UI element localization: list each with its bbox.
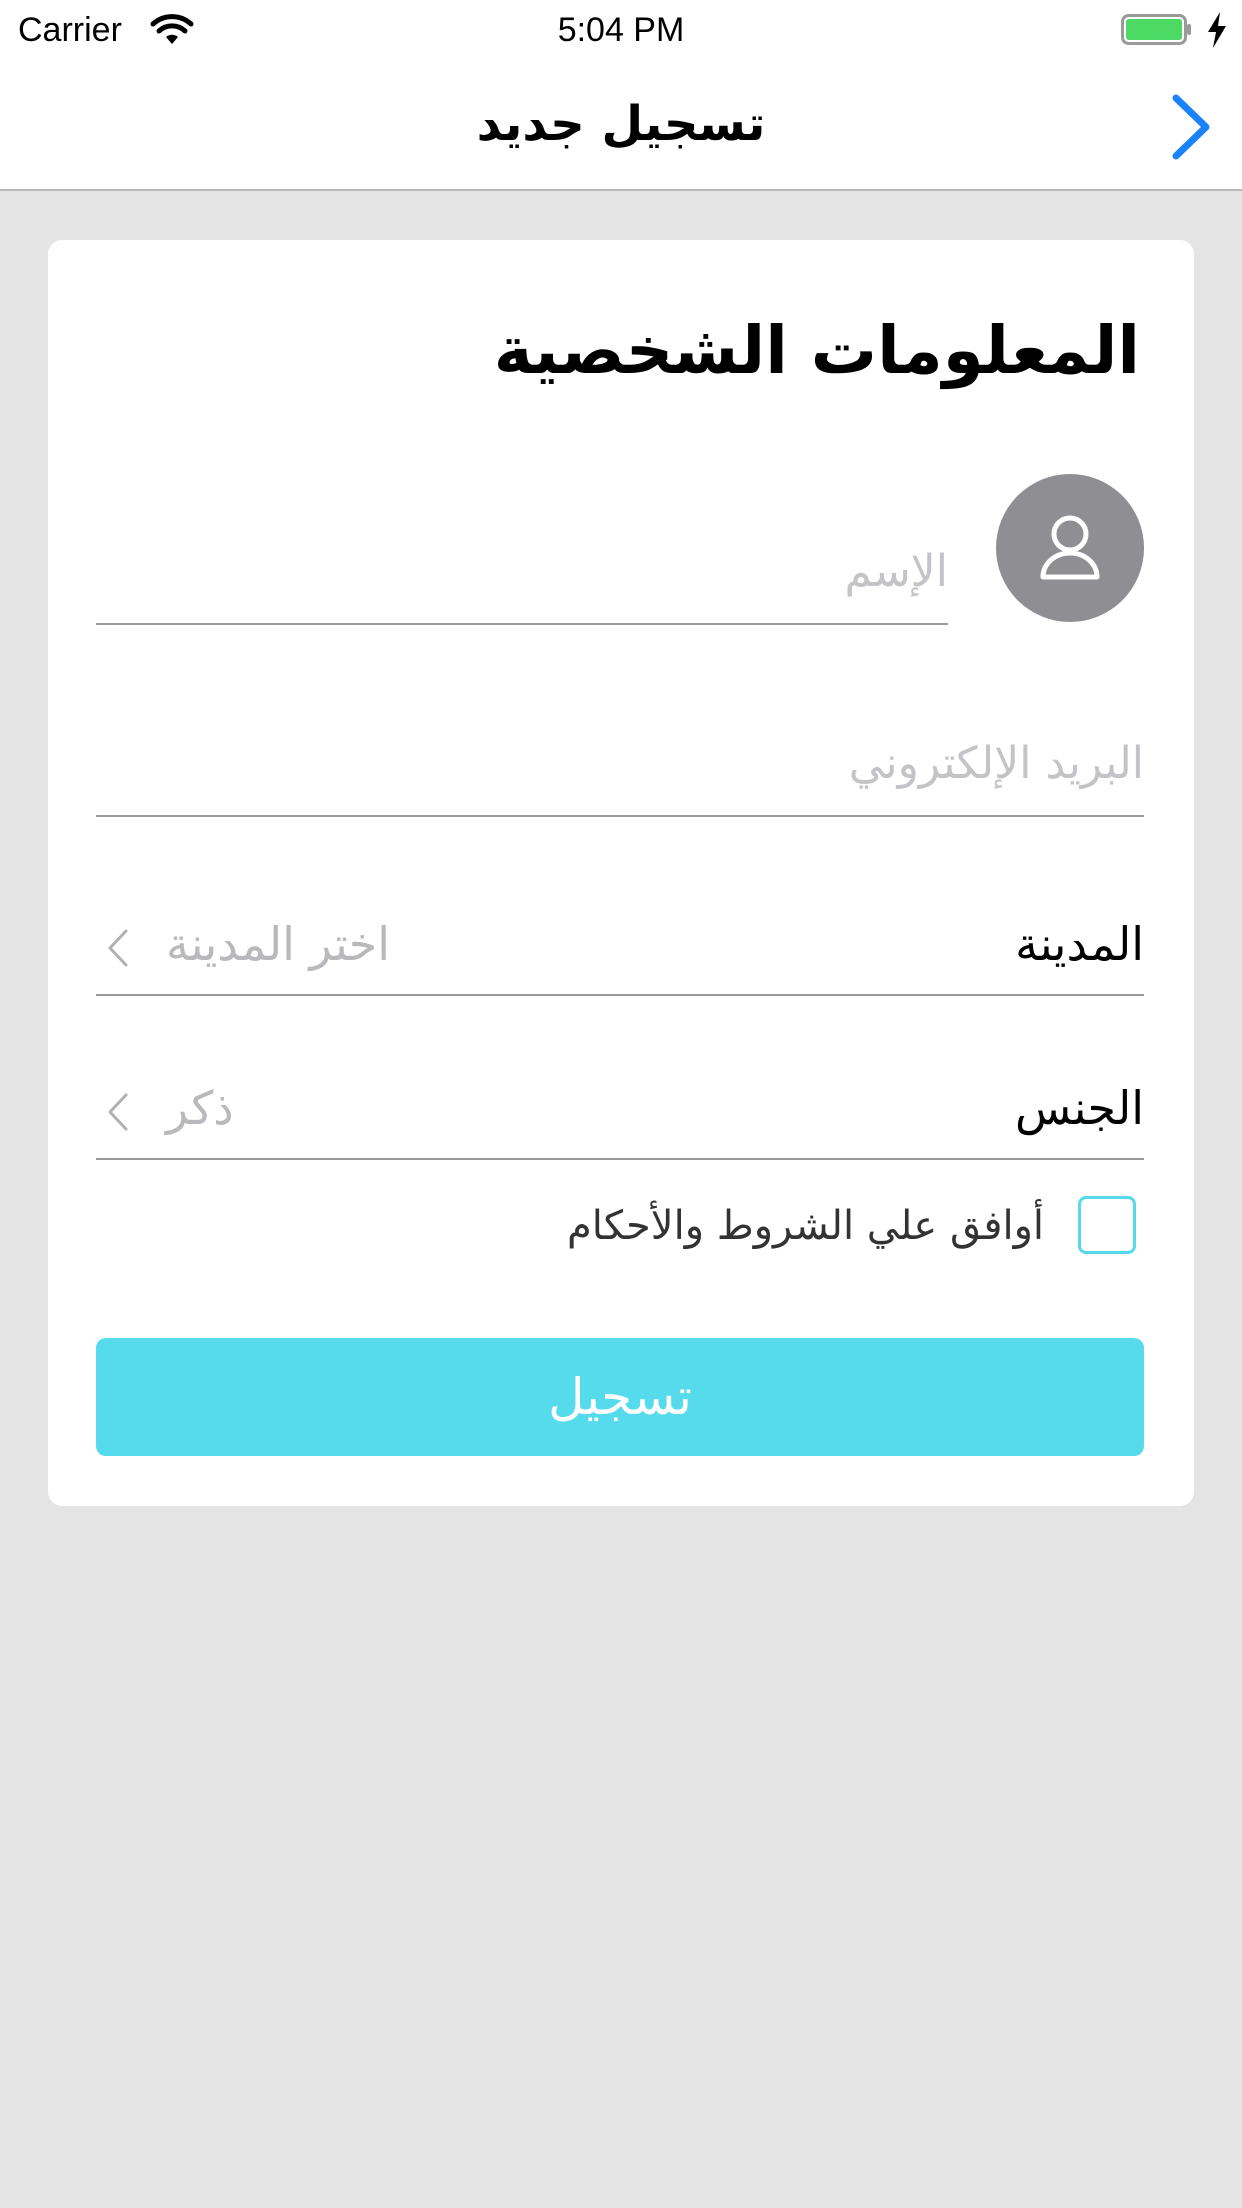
navigation-bar: تسجيل جديد xyxy=(0,60,1242,191)
page-title: تسجيل جديد xyxy=(476,96,766,152)
gender-label: الجنس xyxy=(1014,1081,1144,1135)
chevron-left-icon xyxy=(108,1093,128,1131)
status-bar: Carrier 5:04 PM xyxy=(0,0,1242,60)
back-button[interactable] xyxy=(1162,94,1218,160)
city-label: المدينة xyxy=(1015,917,1144,971)
gender-value: ذكر xyxy=(166,1081,234,1135)
avatar-button[interactable] xyxy=(996,474,1144,622)
chevron-right-icon xyxy=(1172,94,1210,160)
section-title: المعلومات الشخصية xyxy=(493,312,1140,389)
register-button[interactable]: تسجيل xyxy=(96,1338,1144,1456)
terms-label: أوافق علي الشروط والأحكام xyxy=(567,1203,1044,1249)
user-icon xyxy=(1040,515,1100,580)
email-input[interactable] xyxy=(96,712,1144,815)
personal-info-card: المعلومات الشخصية المدينة اختر المدينة ا… xyxy=(48,240,1194,1506)
city-selector[interactable]: المدينة اختر المدينة xyxy=(96,884,1144,996)
email-field xyxy=(96,712,1144,817)
charging-icon xyxy=(1208,12,1226,48)
status-time: 5:04 PM xyxy=(557,11,685,49)
chevron-left-icon xyxy=(108,929,128,967)
gender-selector[interactable]: الجنس ذكر xyxy=(96,1048,1144,1160)
terms-checkbox[interactable] xyxy=(1078,1196,1136,1254)
name-field xyxy=(96,520,948,625)
city-value: اختر المدينة xyxy=(166,917,390,971)
battery-icon xyxy=(1121,14,1191,45)
name-input[interactable] xyxy=(96,520,948,623)
